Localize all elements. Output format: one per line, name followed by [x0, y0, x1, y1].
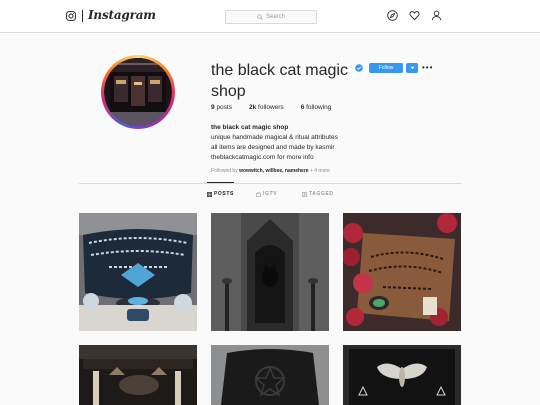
following-label: following: [306, 104, 332, 111]
post-image-ouija-roses: [343, 213, 461, 331]
post-tile[interactable]: [211, 213, 329, 331]
grid-icon: [207, 191, 212, 197]
tab-tagged-label: TAGGED: [309, 191, 334, 197]
followed-by-more: + 4 more: [309, 168, 330, 174]
avatar-shopfront-image: [104, 58, 172, 126]
instagram-glyph-icon[interactable]: [66, 11, 76, 21]
profile-username: the black cat magic shop: [211, 62, 348, 100]
profile-stats: 9 posts 2k followers 6 following: [211, 104, 331, 111]
post-image-ouija-board: [79, 213, 197, 331]
posts-label: posts: [216, 104, 232, 111]
igtv-icon: [256, 191, 261, 197]
followed-by-users: wowwitch, willbee, namehere: [239, 168, 309, 174]
tab-igtv[interactable]: IGTV: [256, 191, 277, 197]
followed-by[interactable]: Followed by wowwitch, willbee, namehere …: [211, 168, 330, 174]
post-image-gothic-cabinet: [211, 213, 329, 331]
post-image-pentacle-cloth: [211, 345, 329, 405]
post-image-altar: [79, 345, 197, 405]
nav-divider: [82, 10, 83, 22]
post-tile[interactable]: [79, 213, 197, 331]
bio-line-2: all items are designed and made by kasmi…: [211, 144, 335, 151]
top-nav: Instagram Search: [0, 0, 540, 33]
tab-posts[interactable]: POSTS: [207, 191, 234, 197]
search-icon: [257, 14, 263, 20]
bio-link[interactable]: theblackcatmagic.com for more info: [211, 153, 338, 163]
tab-tagged[interactable]: TAGGED: [302, 191, 334, 197]
following-count: 6: [300, 104, 305, 111]
story-ring[interactable]: [101, 55, 175, 129]
posts-count: 9: [211, 104, 215, 111]
active-tab-indicator: [207, 182, 234, 183]
followers-label: followers: [258, 104, 284, 111]
tab-igtv-label: IGTV: [263, 191, 278, 197]
post-tile[interactable]: [211, 345, 329, 405]
instagram-wordmark[interactable]: Instagram: [88, 8, 156, 22]
avatar[interactable]: [104, 58, 172, 126]
more-options-icon[interactable]: •••: [422, 64, 433, 72]
profile-icon[interactable]: [431, 10, 442, 21]
suggestions-dropdown-button[interactable]: [406, 63, 418, 73]
bio-line-1: unique handmade magical & ritual attribu…: [211, 134, 338, 141]
verified-badge-icon: [355, 64, 363, 72]
profile-bio: the black cat magic shop unique handmade…: [211, 123, 338, 163]
explore-compass-icon[interactable]: [387, 10, 398, 21]
followers-stat[interactable]: 2k followers: [249, 104, 284, 111]
posts-stat[interactable]: 9 posts: [211, 104, 232, 111]
dropdown-caret-icon: [410, 66, 414, 70]
followed-by-prefix: Followed by: [211, 168, 238, 174]
search-placeholder: Search: [265, 14, 285, 20]
tag-icon: [302, 191, 307, 197]
post-tile[interactable]: [79, 345, 197, 405]
post-tile[interactable]: [343, 345, 461, 405]
followers-count: 2k: [248, 104, 257, 111]
post-tile[interactable]: [343, 213, 461, 331]
bio-name: the black cat magic shop: [211, 124, 289, 131]
heart-icon[interactable]: [409, 10, 420, 21]
follow-button[interactable]: Follow: [369, 63, 403, 73]
post-image-moth-board: [343, 345, 461, 405]
tab-posts-label: POSTS: [214, 191, 234, 197]
tabs-divider: [79, 183, 461, 184]
search-input[interactable]: Search: [225, 10, 317, 24]
following-stat[interactable]: 6 following: [301, 104, 332, 111]
